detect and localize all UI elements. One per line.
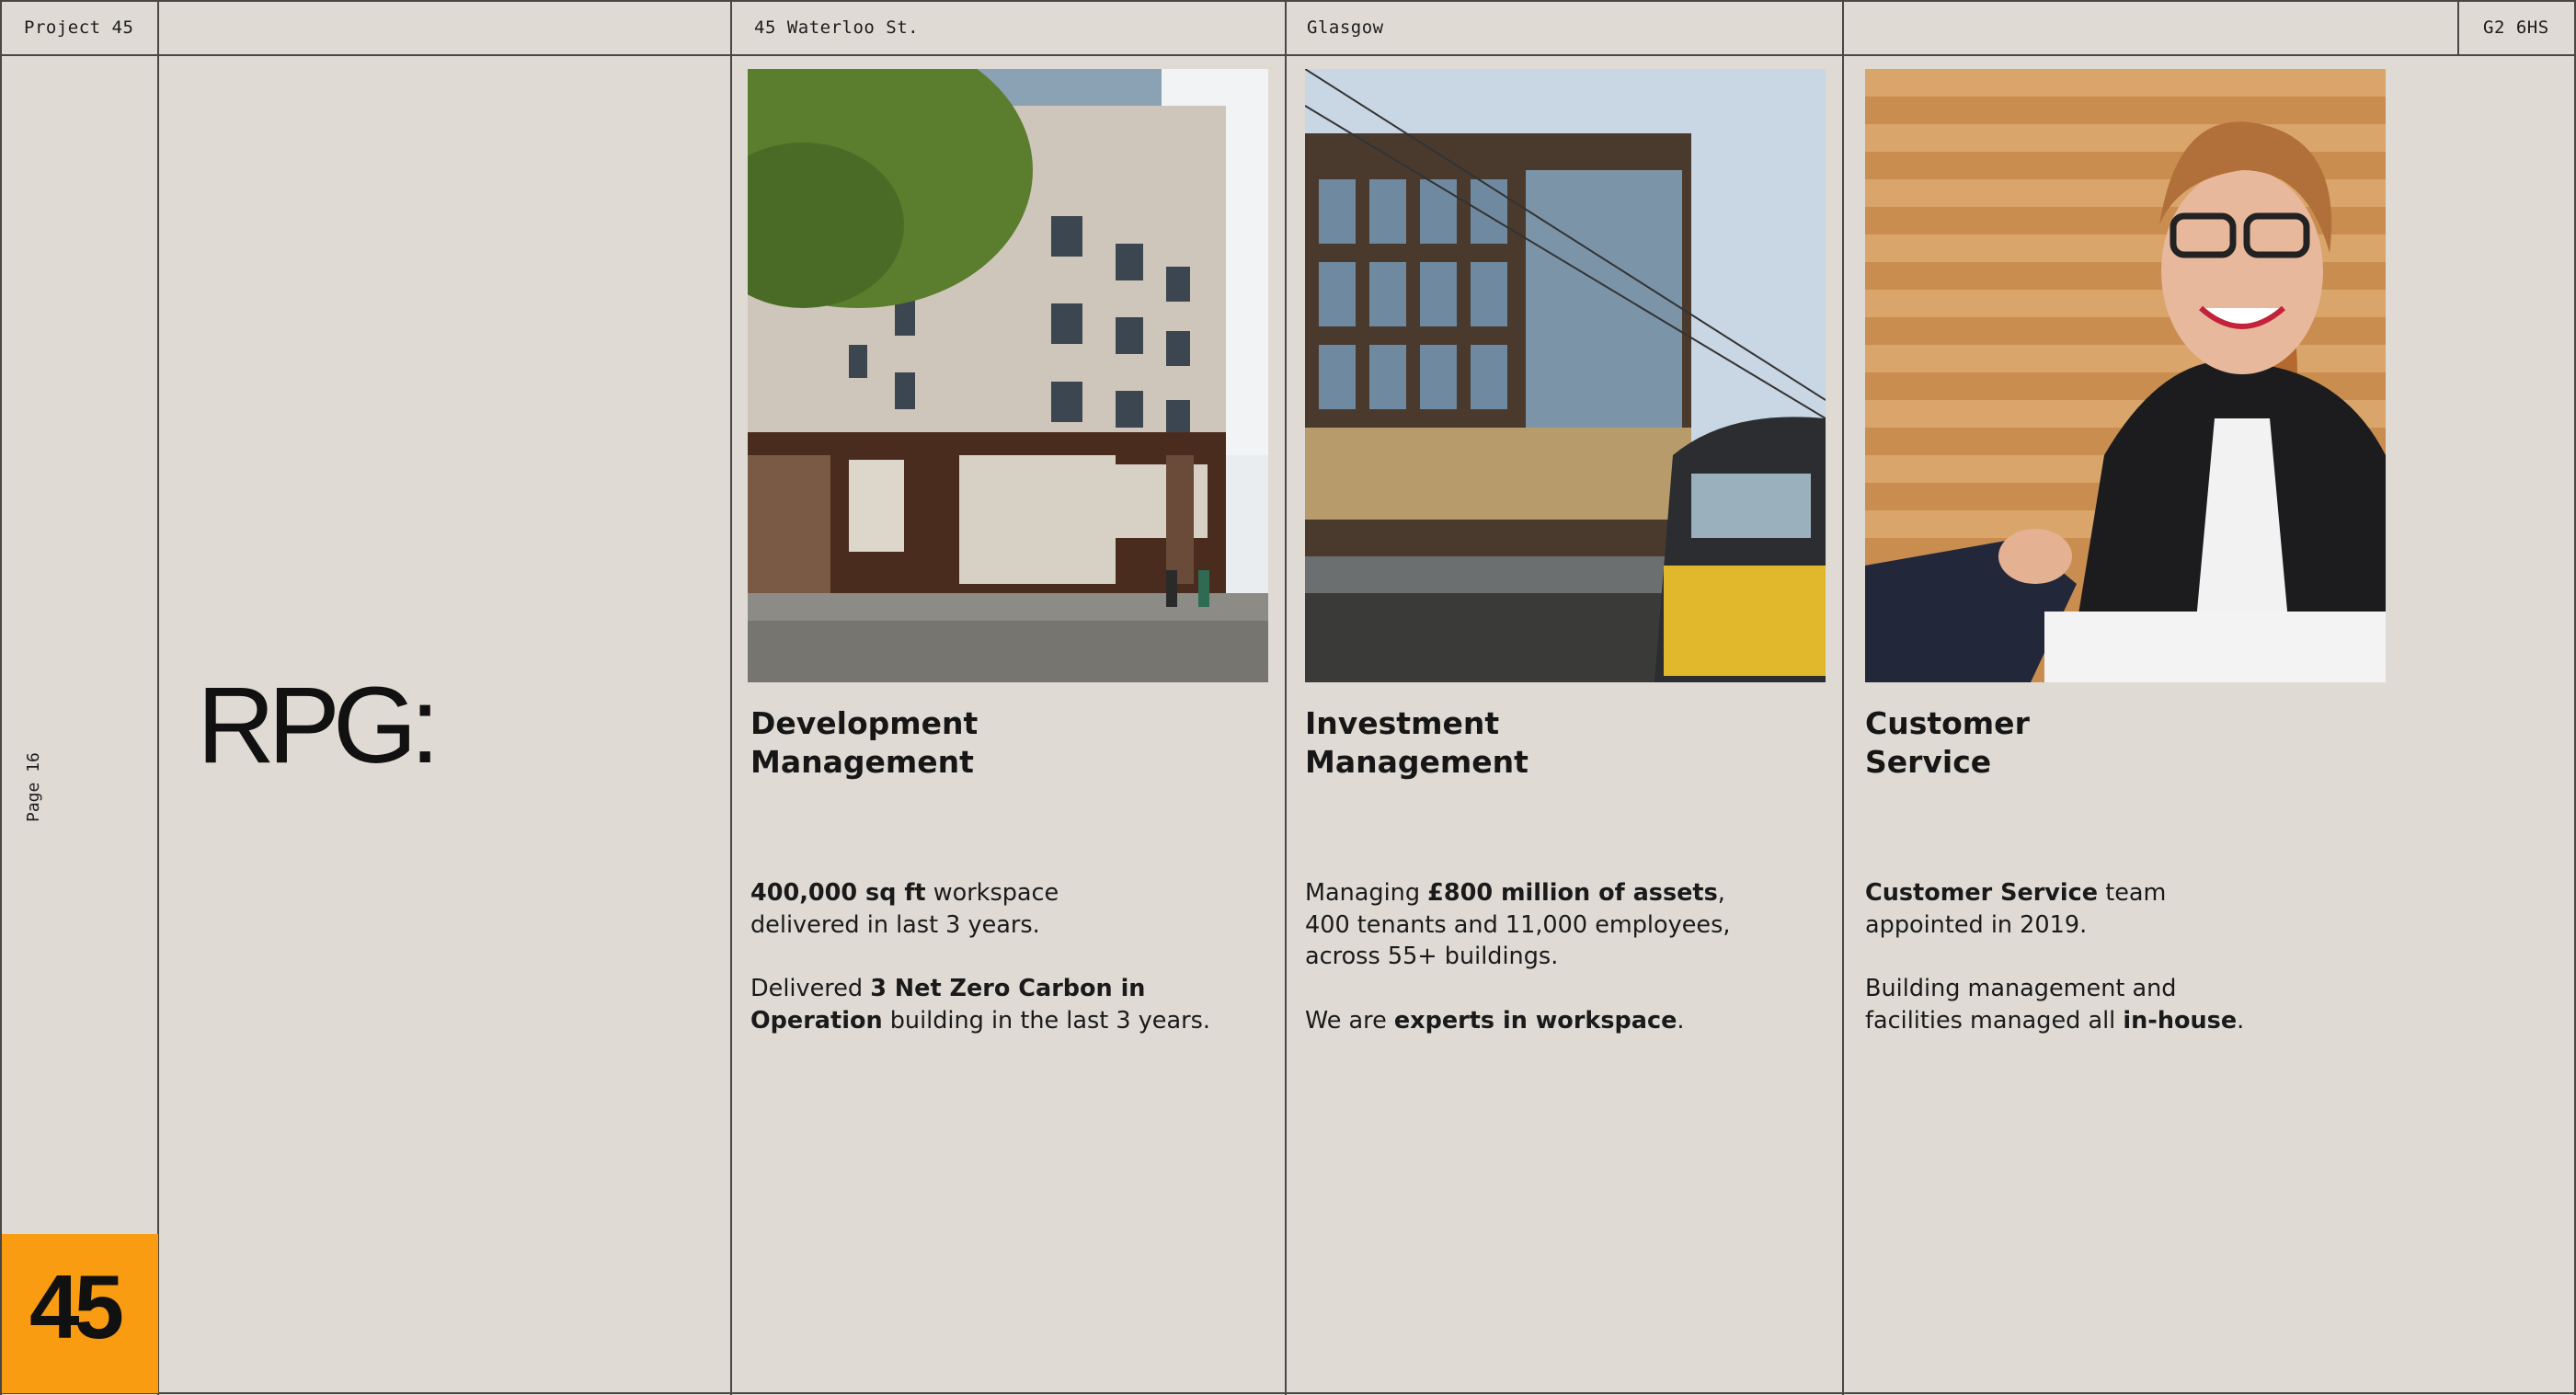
customer-service-body: Customer Service team appointed in 2019. … xyxy=(1865,877,2380,1069)
title-line: Investment xyxy=(1305,705,1500,741)
text: Building management and xyxy=(1865,975,2177,1002)
text: building in the last 3 years. xyxy=(882,1006,1210,1035)
development-management-body: 400,000 sq ft workspace delivered in last… xyxy=(750,877,1265,1069)
bold-text: £800 million of assets xyxy=(1427,879,1718,907)
customer-service-title: Customer Service xyxy=(1865,704,2343,782)
text: across 55+ buildings. xyxy=(1305,943,1559,970)
text: 400 tenants and 11,000 employees, xyxy=(1305,910,1731,939)
bold-text: Operation xyxy=(750,1006,883,1035)
text: facilities managed all xyxy=(1865,1006,2124,1035)
text: workspace xyxy=(925,879,1059,907)
text: appointed in 2019. xyxy=(1865,910,2088,939)
city-label: Glasgow xyxy=(1307,17,1384,38)
page-number-text: Page 16 xyxy=(24,752,43,822)
text: , xyxy=(1717,879,1725,907)
bold-text: 400,000 sq ft xyxy=(750,879,926,907)
paragraph: 400,000 sq ft workspace delivered in last… xyxy=(750,877,1265,941)
page-number-label: Page 16 xyxy=(11,750,57,833)
column-2-rule xyxy=(1285,0,1287,1395)
paragraph: Managing £800 million of assets, 400 tena… xyxy=(1305,877,1820,973)
bold-text: in-house xyxy=(2123,1006,2238,1035)
column-3-rule xyxy=(1842,0,1844,1395)
office-building-photo xyxy=(748,69,1268,682)
text: We are xyxy=(1305,1006,1394,1035)
bold-text: Customer Service xyxy=(1865,879,2099,907)
page-bottom-rule xyxy=(0,1392,2576,1394)
paragraph: We are experts in workspace. xyxy=(1305,1005,1820,1037)
title-line: Management xyxy=(750,744,974,780)
postcode-rule xyxy=(2457,0,2459,55)
left-edge-rule xyxy=(0,0,2,1395)
paragraph: Building management and facilities manage… xyxy=(1865,973,2380,1036)
sidebar-rule xyxy=(157,0,159,1395)
investment-management-title: Investment Management xyxy=(1305,704,1783,782)
text: Delivered xyxy=(750,975,871,1002)
address-label: 45 Waterloo St. xyxy=(754,17,920,38)
paragraph: Delivered 3 Net Zero Carbon in Operation … xyxy=(750,973,1265,1036)
text: delivered in last 3 years. xyxy=(750,910,1040,939)
title-line: Management xyxy=(1305,744,1528,780)
rpg-logo: RPG: xyxy=(197,665,440,786)
text: . xyxy=(1677,1006,1685,1035)
title-line: Customer xyxy=(1865,705,2030,741)
text: team xyxy=(2098,879,2167,907)
paragraph: Customer Service team appointed in 2019. xyxy=(1865,877,2380,941)
investment-management-body: Managing £800 million of assets, 400 tena… xyxy=(1305,877,1820,1069)
header-top-rule xyxy=(0,0,2576,2)
customer-service-handshake-photo xyxy=(1865,69,2386,682)
title-line: Development xyxy=(750,705,979,741)
bold-text: experts in workspace xyxy=(1393,1006,1677,1035)
project-number-badge: 45 xyxy=(2,1234,158,1393)
glass-office-and-train-photo xyxy=(1305,69,1826,682)
title-line: Service xyxy=(1865,744,1992,780)
text: . xyxy=(2237,1006,2245,1035)
bold-text: 3 Net Zero Carbon in xyxy=(870,975,1146,1002)
postcode-label: G2 6HS xyxy=(2483,17,2549,38)
column-1-rule xyxy=(730,0,732,1395)
project-number-text: 45 xyxy=(29,1256,124,1357)
header-bottom-rule xyxy=(0,54,2576,56)
project-label: Project 45 xyxy=(24,17,134,38)
development-management-title: Development Management xyxy=(750,704,1229,782)
text: Managing xyxy=(1305,879,1428,907)
